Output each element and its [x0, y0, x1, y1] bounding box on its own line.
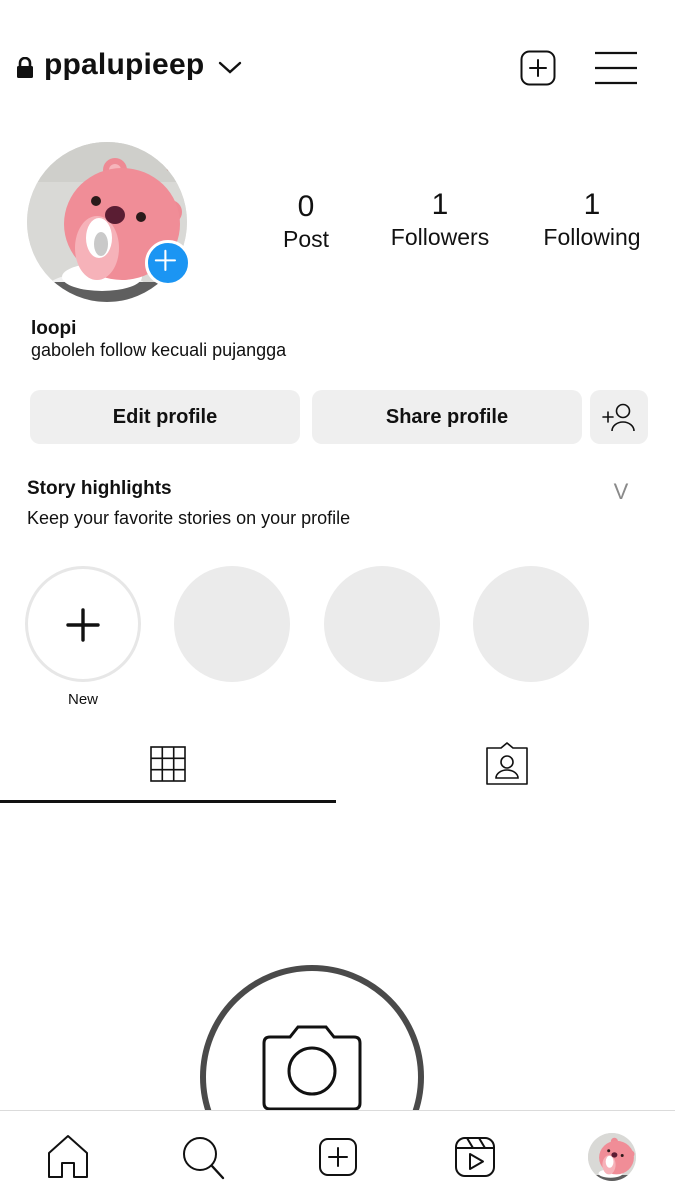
- tagged-icon: [486, 742, 528, 785]
- grid-icon: [150, 746, 186, 782]
- menu-icon[interactable]: [594, 50, 638, 86]
- stat-followers[interactable]: 1 Followers: [380, 188, 500, 252]
- story-highlights-subtitle: Keep your favorite stories on your profi…: [27, 508, 351, 528]
- highlight-placeholder: [174, 566, 290, 682]
- tab-tagged[interactable]: [338, 740, 675, 802]
- lock-icon: [17, 57, 33, 78]
- bottom-nav: [0, 1110, 675, 1200]
- profile-avatar[interactable]: [27, 142, 191, 302]
- create-icon: [319, 1138, 357, 1176]
- followers-label: Followers: [390, 224, 490, 250]
- username[interactable]: ppalupieep: [44, 48, 204, 82]
- tab-posts-grid[interactable]: [0, 740, 337, 802]
- active-tab-indicator: [0, 800, 336, 803]
- profile-avatar-thumbnail: [588, 1133, 636, 1181]
- display-name: loopi: [31, 318, 77, 339]
- plus-icon: [66, 608, 100, 642]
- stat-posts[interactable]: 0 Post: [266, 190, 346, 254]
- nav-home[interactable]: [46, 1133, 90, 1181]
- new-highlight-button[interactable]: [25, 566, 141, 682]
- share-profile-button[interactable]: Share profile: [312, 390, 582, 444]
- add-story-icon[interactable]: [145, 240, 191, 286]
- nav-create[interactable]: [317, 1133, 361, 1181]
- story-highlights-toggle[interactable]: V: [607, 478, 635, 506]
- edit-profile-button[interactable]: Edit profile: [30, 390, 300, 444]
- new-highlight-label: New: [67, 691, 98, 708]
- camera-icon: [262, 1025, 362, 1111]
- posts-count: 0: [297, 190, 315, 223]
- add-person-icon: [602, 403, 635, 432]
- nav-profile-avatar[interactable]: [588, 1133, 636, 1181]
- story-highlights-title: Story highlights: [27, 478, 172, 499]
- following-count: 1: [583, 188, 601, 221]
- create-post-icon[interactable]: [520, 50, 556, 86]
- highlight-placeholder: [324, 566, 440, 682]
- stat-following[interactable]: 1 Following: [532, 188, 652, 252]
- following-label: Following: [543, 224, 641, 250]
- highlight-placeholder: [473, 566, 589, 682]
- profile-header: ppalupieep: [0, 40, 675, 96]
- nav-search[interactable]: [181, 1133, 225, 1181]
- nav-reels[interactable]: [453, 1133, 497, 1181]
- reels-icon: [455, 1137, 495, 1177]
- bio: gaboleh follow kecuali pujangga: [31, 340, 287, 360]
- followers-count: 1: [431, 188, 449, 221]
- home-icon: [48, 1135, 88, 1178]
- search-icon: [183, 1137, 225, 1180]
- chevron-down-icon[interactable]: [217, 58, 243, 76]
- discover-people-button[interactable]: [590, 390, 648, 444]
- posts-label: Post: [282, 226, 330, 252]
